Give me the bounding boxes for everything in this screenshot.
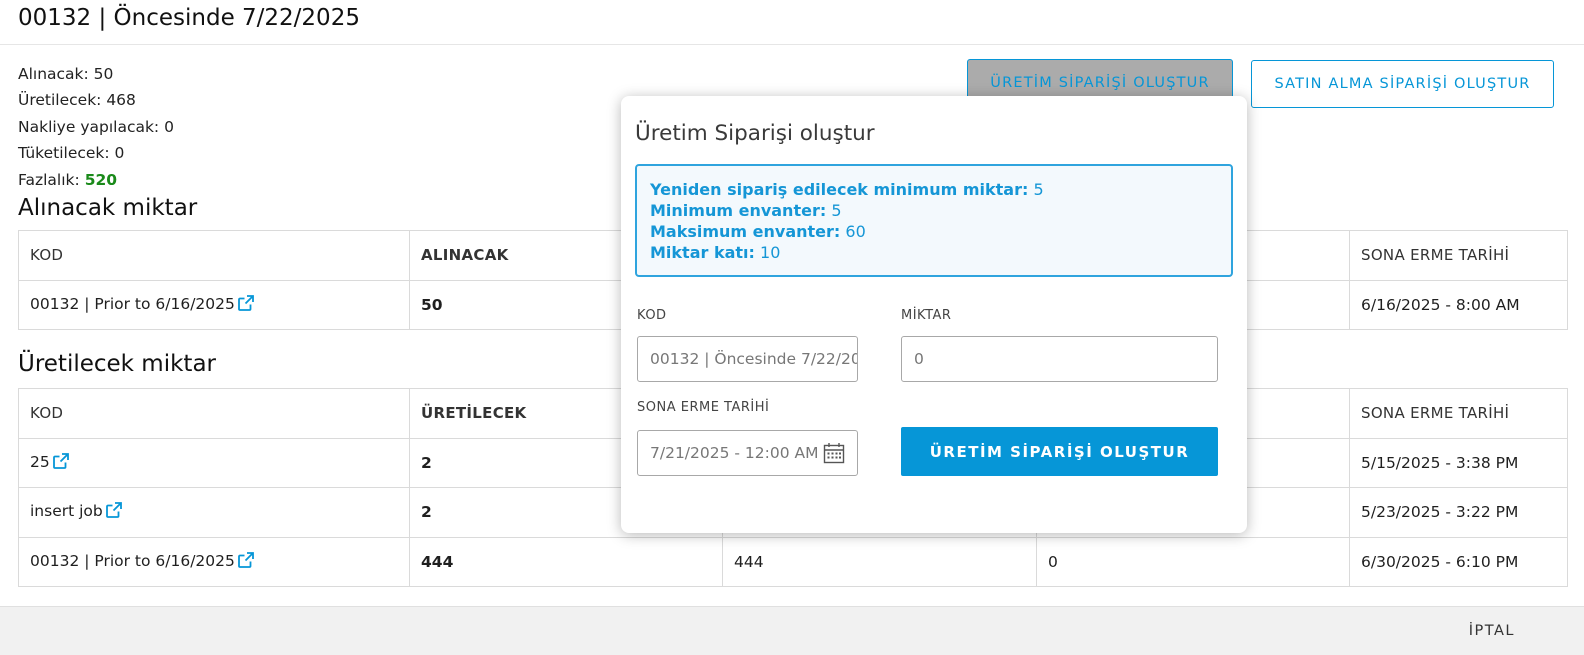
cell-kod: 00132 | Prior to 6/16/2025 [18, 279, 410, 330]
sona-erme-field-label: SONA ERME TARİHİ [637, 400, 770, 415]
fazlalik-label: Fazlalık: [18, 170, 80, 189]
submit-production-order-button[interactable]: ÜRETİM SİPARİŞİ OLUŞTUR [901, 427, 1218, 476]
uretilecek-section-title: Üretilecek miktar [18, 351, 216, 377]
fazlalik-value: 520 [84, 170, 118, 189]
table-cell: 0 [1036, 536, 1350, 587]
cell-kod: 00132 | Prior to 6/16/2025 [18, 536, 410, 587]
kod-text: 25 [30, 452, 50, 471]
summary-alinacak: Alınacak: 50 [18, 65, 114, 83]
cancel-button[interactable]: İPTAL [1469, 623, 1515, 639]
kod-text: insert job [30, 502, 103, 521]
cell-sona-erme: 6/16/2025 - 8:00 AM [1349, 279, 1568, 330]
sona-erme-field-value: 7/21/2025 - 12:00 AM [650, 444, 819, 462]
create-production-order-popup: Üretim Siparişi oluştur Yeniden sipariş … [621, 96, 1247, 533]
min-reorder-label: Yeniden sipariş edilecek minimum miktar: [650, 180, 1029, 199]
multiple-label: Miktar katı: [650, 243, 755, 262]
max-inventory-value: 60 [845, 222, 866, 241]
popup-title: Üretim Siparişi oluştur [635, 121, 875, 146]
summary-tuketilecek: Tüketilecek: 0 [18, 144, 125, 163]
alinacak-section-title: Alınacak miktar [18, 195, 198, 221]
min-inventory-label: Minimum envanter: [650, 201, 827, 220]
cell-kod: insert job [18, 487, 410, 538]
kod-field-label: KOD [637, 308, 667, 323]
external-link-icon[interactable] [237, 551, 254, 572]
min-inventory-line: Minimum envanter: 5 [650, 200, 1218, 221]
table-cell: 444 [722, 536, 1037, 587]
table-row: 00132 | Prior to 6/16/2025 444 444 0 6/3… [18, 536, 1568, 587]
external-link-icon[interactable] [52, 452, 69, 473]
calendar-icon[interactable] [823, 442, 845, 468]
min-reorder-value: 5 [1033, 180, 1044, 199]
miktar-field-value: 0 [914, 350, 924, 368]
cell-sona-erme: 5/15/2025 - 3:38 PM [1349, 437, 1568, 488]
summary-uretilecek: Üretilecek: 468 [18, 91, 136, 110]
cell-kod: 25 [18, 437, 410, 488]
max-inventory-line: Maksimum envanter: 60 [650, 221, 1218, 242]
create-purchase-order-button[interactable]: SATIN ALMA SİPARİŞİ OLUŞTUR [1251, 60, 1554, 108]
reorder-info-box: Yeniden sipariş edilecek minimum miktar:… [635, 164, 1233, 277]
max-inventory-label: Maksimum envanter: [650, 222, 841, 241]
min-inventory-value: 5 [831, 201, 842, 220]
summary-nakliye: Nakliye yapılacak: 0 [18, 117, 174, 136]
kod-field[interactable]: 00132 | Öncesinde 7/22/2025 [637, 336, 858, 382]
sona-erme-date-field[interactable]: 7/21/2025 - 12:00 AM [637, 430, 858, 476]
kod-field-value: 00132 | Öncesinde 7/22/2025 [650, 350, 858, 368]
dialog-footer: İPTAL [0, 606, 1584, 655]
cell-sona-erme: 5/23/2025 - 3:22 PM [1349, 487, 1568, 538]
external-link-icon[interactable] [237, 294, 254, 315]
page-title: 00132 | Öncesinde 7/22/2025 [18, 5, 360, 31]
page-header: 00132 | Öncesinde 7/22/2025 [0, 0, 1584, 45]
multiple-value: 10 [760, 243, 781, 262]
multiple-line: Miktar katı: 10 [650, 242, 1218, 263]
min-reorder-line: Yeniden sipariş edilecek minimum miktar:… [650, 179, 1218, 200]
kod-text: 00132 | Prior to 6/16/2025 [30, 551, 235, 570]
kod-text: 00132 | Prior to 6/16/2025 [30, 294, 235, 313]
cell-sona-erme: 6/30/2025 - 6:10 PM [1349, 536, 1568, 587]
cell-uretilecek: 444 [409, 536, 723, 587]
external-link-icon[interactable] [105, 502, 122, 522]
summary-fazlalik: Fazlalık: 520 [18, 167, 174, 193]
summary-panel: Alınacak: 50 Üretilecek: 468 Nakliye yap… [18, 61, 174, 193]
column-header-sona-erme: SONA ERME TARİHİ [1349, 230, 1568, 281]
column-header-sona-erme: SONA ERME TARİHİ [1349, 388, 1568, 439]
column-header-kod: KOD [18, 388, 410, 439]
miktar-field-label: MİKTAR [901, 308, 952, 323]
column-header-kod: KOD [18, 230, 410, 281]
miktar-field[interactable]: 0 [901, 336, 1218, 382]
